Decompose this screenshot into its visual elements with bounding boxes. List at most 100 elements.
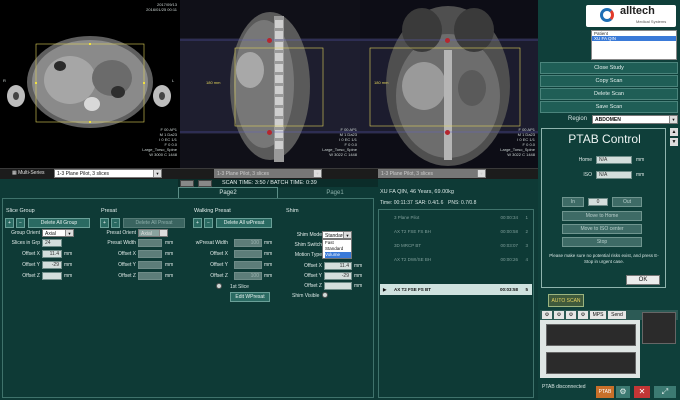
slab-center-marker[interactable] (267, 38, 272, 43)
slab-center-marker[interactable] (445, 130, 450, 135)
shim-offset-y-label: Offset Y (304, 273, 322, 279)
tool-icon-c[interactable]: ⚙ (566, 311, 576, 319)
protocol-index: 5 (525, 287, 528, 292)
region-select[interactable]: ABDOMEN ▼ (592, 115, 678, 124)
viewer-left[interactable]: 2017/09/13 2016/01/25 00:11 R L F 00 AP1… (0, 0, 180, 168)
tool-icon-a[interactable]: ⚙ (542, 311, 552, 319)
iso-label: ISO (583, 172, 592, 178)
patient-time: Time: 00:11:37 (380, 200, 413, 206)
slab-handle[interactable] (143, 82, 145, 84)
move-home-button[interactable]: Move to Home (562, 211, 642, 221)
add-presat-button[interactable]: + (100, 218, 109, 228)
out-button[interactable]: Out (612, 197, 642, 207)
slices-field[interactable]: 24 (42, 239, 62, 247)
presat-offset-z-field[interactable] (138, 272, 162, 280)
presat-width-field[interactable] (138, 239, 162, 247)
wpresat-offset-z-field[interactable]: 100 (234, 272, 262, 280)
shim-option-volume[interactable]: Volume (325, 252, 351, 258)
presat-offset-x-field[interactable] (138, 250, 162, 258)
center-series-select[interactable]: 1-3 Plane Pilot, 3 slices ▼ (214, 169, 322, 178)
shim-offset-z-field[interactable] (324, 282, 352, 290)
copy-scan-button[interactable]: Copy Scan (540, 75, 678, 87)
scan-toolbar-icon[interactable] (180, 180, 194, 187)
presat-width-label: Presat Width (107, 240, 136, 246)
delete-all-group-button[interactable]: Delete All Group (28, 218, 90, 228)
offset-x-field[interactable]: 11.4 (42, 250, 62, 258)
tool-icon-b[interactable]: ⚙ (554, 311, 564, 319)
add-group-button[interactable]: + (5, 218, 14, 228)
wpresat-offset-y-field[interactable] (234, 261, 262, 269)
unit: mm (264, 273, 273, 279)
scan-toolbar-icon[interactable] (198, 180, 212, 187)
slab-center-marker[interactable] (267, 130, 272, 135)
offset-z-field[interactable] (42, 272, 62, 280)
unit: mm (636, 172, 645, 178)
ptab-button[interactable]: PTAB (596, 386, 614, 398)
protocol-index: 2 (525, 229, 528, 234)
iso-field[interactable]: N/A (596, 171, 632, 179)
gear-icon[interactable]: ⚙ (616, 386, 630, 398)
shim-offset-y-field[interactable]: -29 (324, 272, 352, 280)
unit: mm (64, 251, 73, 257)
presat-offset-y-field[interactable] (138, 261, 162, 269)
edit-wpresat-button[interactable]: Edit WPresat (230, 292, 270, 302)
viewer-right[interactable]: 2017/09/13 2016/01/25 11:48 180 mm F 00 … (360, 0, 538, 168)
first-slice-radio[interactable] (216, 283, 222, 289)
tool-icon-d[interactable]: ⚙ (578, 311, 588, 319)
wpresat-offset-x-field[interactable] (234, 250, 262, 258)
tab-page1[interactable]: Page1 (290, 188, 380, 198)
unit: mm (165, 262, 174, 268)
protocol-row[interactable]: AX T2 FSE FS BH 00:00:58 2 (380, 226, 532, 237)
viewer-left-info: F 00 AP1 M 1 Da23 I 0 EC 1/1 F 0 0.0 Lar… (142, 127, 177, 157)
patient-name-item[interactable]: XU FA QIN (592, 36, 676, 41)
ptab-scroll-icon[interactable]: ▲ (670, 128, 678, 136)
mps-tab[interactable]: MPS (590, 311, 606, 319)
wpresat-width-field[interactable]: 100 (234, 239, 262, 247)
shim-mode-dropdown: Fast Standard Volume (322, 239, 352, 259)
stop-button[interactable]: Stop (562, 237, 642, 247)
ok-button[interactable]: OK (626, 275, 660, 285)
protocol-row[interactable]: AX T2 DWI/SE BH 00:00:26 4 (380, 254, 532, 265)
ptab-scroll-icon[interactable]: ▼ (670, 138, 678, 146)
presat-orient-select[interactable]: Axial ▼ (138, 229, 168, 237)
protocol-row[interactable]: 3D MRCP BT 00:03:07 3 (380, 240, 532, 251)
left-series-select[interactable]: 1-3 Plane Pilot, 3 slices ▼ (54, 169, 162, 178)
remove-group-button[interactable]: − (16, 218, 25, 228)
delete-all-wpresat-button[interactable]: Delete All wPresat (216, 218, 272, 228)
shim-offset-x-field[interactable]: 11.4 (324, 262, 352, 270)
in-button[interactable]: In (562, 197, 584, 207)
remove-wpresat-button[interactable]: − (204, 218, 213, 228)
tab-page2[interactable]: Page2 (178, 187, 278, 198)
close-icon[interactable]: ✕ (634, 386, 650, 398)
delete-all-presat-button[interactable]: Delete All Presat (123, 218, 185, 228)
slab-handle[interactable] (89, 121, 91, 123)
protocol-row[interactable]: AX T2 FSE FS BT 00:03:58 5 ▶ (380, 284, 532, 295)
save-scan-button[interactable]: Save Scan (540, 101, 678, 113)
slab-handle[interactable] (35, 82, 37, 84)
shim-visible-radio[interactable] (322, 292, 328, 298)
unit: mm (165, 251, 174, 257)
right-series-select[interactable]: 1-3 Plane Pilot, 3 slices ▼ (378, 169, 486, 178)
unit: mm (354, 263, 363, 269)
shim-mode-select[interactable]: Standard ▼ (322, 231, 352, 239)
slab-center-marker[interactable] (445, 38, 450, 43)
close-study-button[interactable]: Close Study (540, 62, 678, 74)
group-orient-select[interactable]: Axial ▼ (42, 229, 74, 237)
resize-icon[interactable]: ⤢ (654, 386, 676, 398)
auto-scan-button[interactable]: AUTO SCAN (548, 294, 584, 307)
logo-text: alltech (620, 5, 655, 17)
delete-scan-button[interactable]: Delete Scan (540, 88, 678, 100)
move-iso-button[interactable]: Move to ISO center (562, 224, 642, 234)
home-field[interactable]: N/A (596, 156, 632, 164)
offset-y-field[interactable]: -29 (42, 261, 62, 269)
viewer-center[interactable]: 2017/09/13 2016/01/25 11:48 180 mm F 00 … (180, 0, 360, 168)
protocol-name: AX T2 FSE FS BH (394, 229, 431, 234)
protocol-time: 00:00:58 (500, 229, 518, 234)
multi-series-toggle[interactable]: ▦ Multi-Series (12, 170, 45, 176)
send-tab[interactable]: Send (608, 311, 626, 319)
add-wpresat-button[interactable]: + (193, 218, 202, 228)
protocol-row[interactable]: 3 Plane Pilot 00:00:34 1 (380, 212, 532, 223)
ptab-value-field[interactable]: 0 (588, 198, 608, 206)
slab-handle[interactable] (89, 43, 91, 45)
remove-presat-button[interactable]: − (111, 218, 120, 228)
